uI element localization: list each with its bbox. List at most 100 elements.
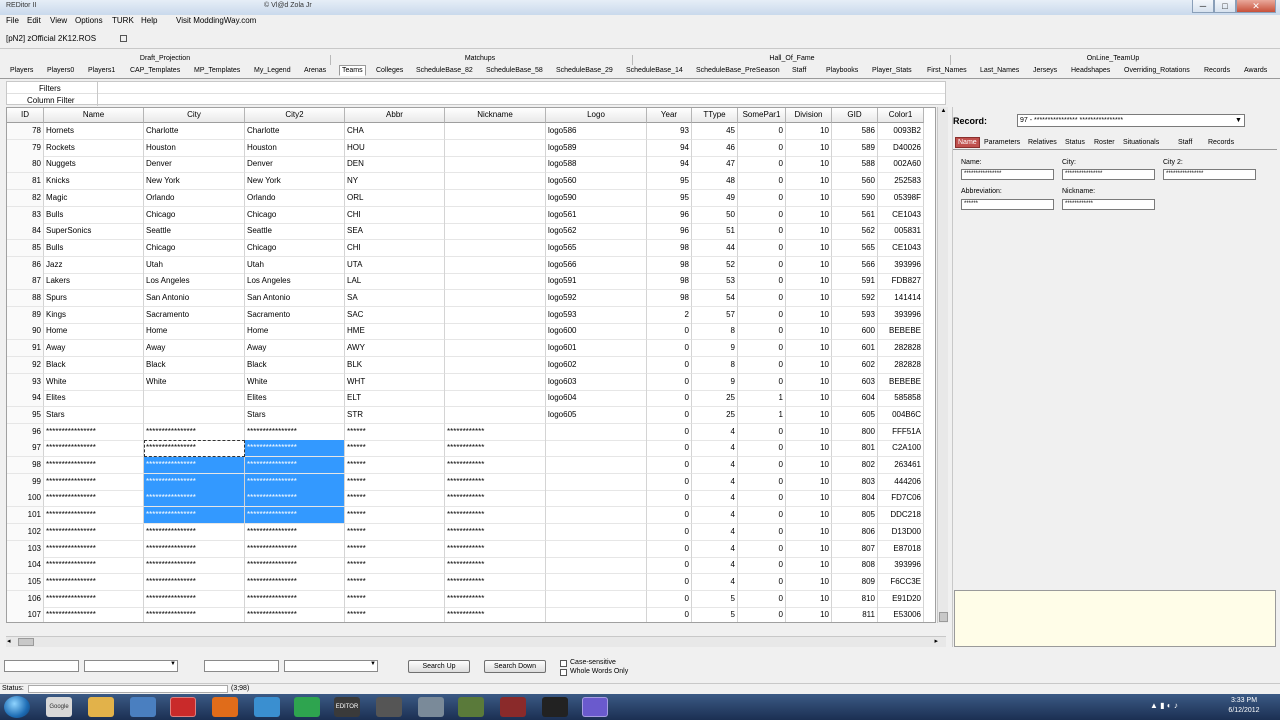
cell-city2[interactable]: **************** (245, 557, 345, 575)
cell-nickname[interactable]: ************ (445, 440, 546, 458)
teams-grid[interactable]: ID Name City City2 Abbr Nickname Logo Year TType… (6, 107, 936, 623)
cell-city[interactable]: **************** (144, 473, 245, 491)
cell-id[interactable]: 80 (7, 156, 44, 174)
cell-year[interactable]: 0 (647, 607, 692, 622)
app5-taskbar-icon[interactable] (458, 697, 484, 717)
cell-gid[interactable]: 590 (832, 189, 878, 207)
cell-city[interactable]: San Antonio (144, 290, 245, 307)
cell-abbr[interactable]: ****** (345, 473, 445, 491)
cell-division[interactable]: 10 (786, 406, 832, 424)
cell-year[interactable]: 0 (647, 340, 692, 358)
cell-logo[interactable] (546, 540, 647, 558)
cell-city2[interactable]: Elites (245, 390, 345, 408)
cell-city2[interactable]: **************** (245, 423, 345, 441)
cell-color1[interactable]: FDB827 (878, 273, 924, 291)
cell-id[interactable]: 82 (7, 189, 44, 207)
cell-year[interactable]: 0 (647, 490, 692, 508)
cell-division[interactable]: 10 (786, 373, 832, 391)
cell-nickname[interactable]: ************ (445, 490, 546, 508)
cell-color1[interactable]: CE1043 (878, 239, 924, 257)
cell-division[interactable]: 10 (786, 490, 832, 508)
cell-division[interactable]: 10 (786, 290, 832, 307)
cell-color1[interactable]: 252583 (878, 173, 924, 191)
cell-name[interactable]: Home (44, 323, 144, 341)
cell-logo[interactable]: logo589 (546, 139, 647, 157)
cell-abbr[interactable]: ****** (345, 540, 445, 558)
cell-id[interactable]: 95 (7, 406, 44, 424)
cell-city[interactable]: Chicago (144, 206, 245, 224)
cell-division[interactable]: 10 (786, 156, 832, 174)
menu-options[interactable]: Options (75, 16, 103, 25)
cell-abbr[interactable]: ****** (345, 590, 445, 608)
cell-ttype[interactable]: 9 (692, 340, 738, 358)
cell-year[interactable]: 0 (647, 507, 692, 525)
name-field[interactable]: **************** (961, 169, 1054, 180)
cell-year[interactable]: 0 (647, 406, 692, 424)
cell-year[interactable]: 98 (647, 256, 692, 274)
cell-year[interactable]: 98 (647, 239, 692, 257)
column-header-city[interactable]: City (144, 108, 245, 123)
cell-somepar1[interactable]: 0 (738, 139, 786, 157)
search-down-button[interactable]: Search Down (484, 660, 546, 673)
cell-ttype[interactable]: 49 (692, 189, 738, 207)
cell-ttype[interactable]: 4 (692, 523, 738, 541)
tab-overriding-rotations[interactable]: Overriding_Rotations (1124, 67, 1190, 74)
cell-ttype[interactable]: 4 (692, 540, 738, 558)
cell-color1[interactable]: D40026 (878, 139, 924, 157)
cell-logo[interactable] (546, 473, 647, 491)
cell-ttype[interactable]: 57 (692, 306, 738, 324)
app3-taskbar-icon[interactable] (376, 697, 402, 717)
cell-division[interactable]: 10 (786, 323, 832, 341)
cell-id[interactable]: 83 (7, 206, 44, 224)
menu-view[interactable]: View (50, 16, 67, 25)
tab-jerseys[interactable]: Jerseys (1033, 67, 1057, 74)
cell-gid[interactable]: 589 (832, 139, 878, 157)
subtab-parameters[interactable]: Parameters (984, 139, 1020, 146)
cell-color1[interactable]: E87018 (878, 540, 924, 558)
cell-gid[interactable]: 802 (832, 457, 878, 474)
cell-id[interactable]: 96 (7, 423, 44, 441)
cell-somepar1[interactable]: 0 (738, 256, 786, 274)
tab-schedulebase-preseason[interactable]: ScheduleBase_PreSeason (696, 67, 780, 74)
subtab-roster[interactable]: Roster (1094, 139, 1115, 146)
cell-ttype[interactable]: 4 (692, 473, 738, 491)
cell-name[interactable]: **************** (44, 423, 144, 441)
cell-id[interactable]: 90 (7, 323, 44, 341)
scroll-right-icon[interactable]: ▸ (934, 637, 938, 645)
cell-gid[interactable]: 800 (832, 423, 878, 441)
cell-city2[interactable]: **************** (245, 607, 345, 622)
cell-somepar1[interactable]: 0 (738, 590, 786, 608)
cell-city[interactable]: **************** (144, 607, 245, 622)
cell-city[interactable]: Seattle (144, 223, 245, 241)
tab-awards[interactable]: Awards (1244, 67, 1267, 74)
cell-color1[interactable]: 002A60 (878, 156, 924, 174)
cell-year[interactable]: 0 (647, 440, 692, 458)
app8-taskbar-icon[interactable] (582, 697, 608, 717)
cell-color1[interactable]: E53006 (878, 607, 924, 622)
cell-somepar1[interactable]: 0 (738, 423, 786, 441)
cell-logo[interactable] (546, 607, 647, 622)
cell-abbr[interactable]: SEA (345, 223, 445, 241)
cell-abbr[interactable]: ****** (345, 507, 445, 525)
cell-nickname[interactable] (445, 306, 546, 324)
cell-gid[interactable]: 566 (832, 256, 878, 274)
cell-gid[interactable]: 805 (832, 507, 878, 525)
cell-city[interactable]: **************** (144, 490, 245, 508)
cell-gid[interactable]: 603 (832, 373, 878, 391)
notes-area[interactable] (954, 590, 1276, 647)
cell-city[interactable]: Denver (144, 156, 245, 174)
vertical-scroll-thumb[interactable] (939, 612, 948, 622)
cell-abbr[interactable]: BLK (345, 356, 445, 374)
cell-logo[interactable]: logo590 (546, 189, 647, 207)
cell-abbr[interactable]: ****** (345, 523, 445, 541)
cell-gid[interactable]: 811 (832, 607, 878, 622)
start-button[interactable] (4, 696, 30, 718)
cell-name[interactable]: **************** (44, 607, 144, 622)
cell-id[interactable]: 92 (7, 356, 44, 374)
cell-abbr[interactable]: ****** (345, 573, 445, 591)
case-sensitive-checkbox[interactable] (560, 660, 567, 667)
cell-color1[interactable]: 393996 (878, 557, 924, 575)
cell-somepar1[interactable]: 0 (738, 239, 786, 257)
cell-year[interactable]: 0 (647, 557, 692, 575)
cell-city2[interactable]: Chicago (245, 206, 345, 224)
